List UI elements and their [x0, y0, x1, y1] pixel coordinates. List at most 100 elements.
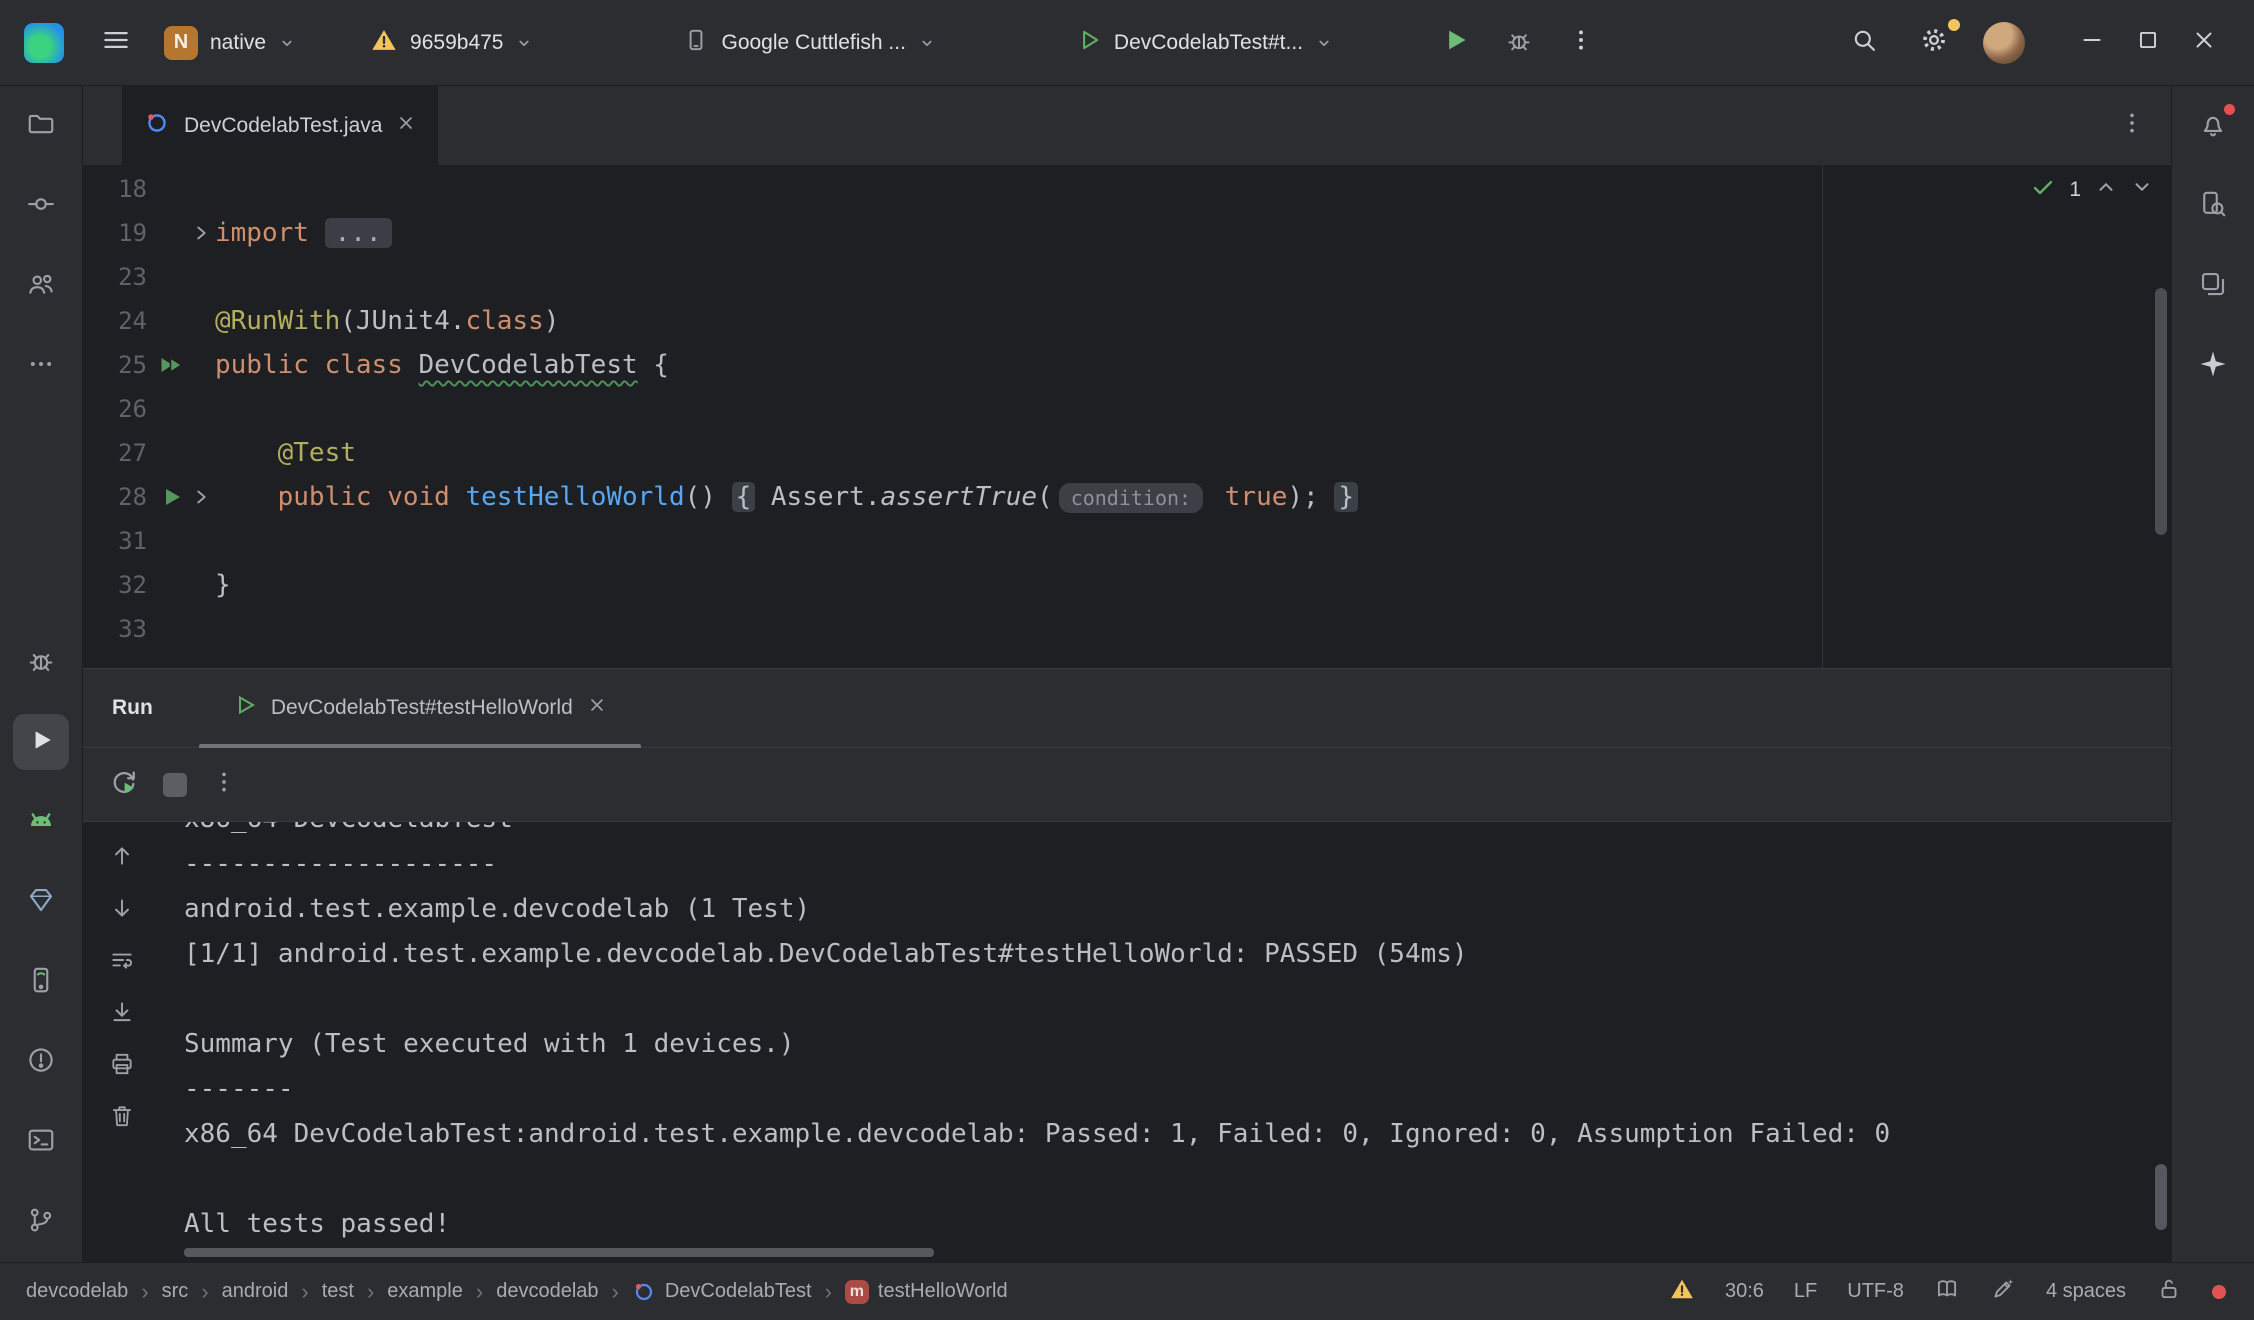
warning-icon[interactable] — [1669, 1276, 1695, 1308]
print-icon[interactable] — [96, 1038, 148, 1090]
run-button[interactable] — [1433, 21, 1477, 65]
debug-tool-button[interactable] — [13, 634, 69, 690]
file-encoding[interactable]: UTF-8 — [1847, 1280, 1904, 1303]
pull-requests-tool-button[interactable] — [13, 258, 69, 314]
console-vertical-scrollbar[interactable] — [2155, 1164, 2167, 1230]
device-manager-tool-button[interactable] — [13, 954, 69, 1010]
gutter-run-icon[interactable] — [157, 485, 186, 509]
caret-position[interactable]: 30:6 — [1725, 1280, 1764, 1303]
close-button[interactable] — [2182, 21, 2226, 65]
tab-options-button[interactable] — [2119, 110, 2145, 141]
more-actions-button[interactable] — [1559, 21, 1603, 65]
app-quality-insights-tool-button[interactable] — [13, 874, 69, 930]
breadcrumb-item[interactable]: devcodelab — [496, 1280, 598, 1303]
version-control-tool-button[interactable] — [13, 1194, 69, 1250]
unlock-icon[interactable] — [2156, 1276, 2182, 1308]
console-line — [184, 977, 2171, 1022]
breadcrumb-separator: › — [201, 1279, 208, 1305]
code-line[interactable]: 18 — [83, 167, 2171, 211]
chevron-down-icon — [515, 34, 533, 52]
run-more-options-button[interactable] — [211, 769, 237, 800]
arrow-down-icon[interactable] — [96, 882, 148, 934]
debug-button[interactable] — [1497, 21, 1541, 65]
fold-chevron-icon[interactable] — [186, 222, 215, 244]
code-line[interactable]: 19import ... — [83, 211, 2171, 255]
breadcrumb-item[interactable]: DevCodelabTest — [632, 1280, 812, 1304]
logcat-tool-button[interactable] — [13, 794, 69, 850]
code-line[interactable]: 25public class DevCodelabTest { — [83, 343, 2171, 387]
arrow-up-icon[interactable] — [96, 830, 148, 882]
vcs-branch-selector[interactable]: 9659b475 — [370, 26, 533, 60]
next-problem-button[interactable] — [2131, 176, 2153, 204]
breadcrumb-item[interactable]: mtestHelloWorld — [845, 1280, 1008, 1304]
project-tool-button[interactable] — [13, 98, 69, 154]
run-console[interactable]: x86_64 DevCodelabTest-------------------… — [83, 822, 2171, 1262]
settings-button[interactable] — [1912, 21, 1956, 65]
tab-close-icon[interactable] — [396, 113, 416, 139]
ai-pen-icon[interactable] — [1990, 1276, 2016, 1308]
problems-tool-button[interactable] — [13, 1034, 69, 1090]
breadcrumb-item[interactable]: android — [222, 1280, 289, 1303]
gemini-button[interactable] — [2185, 338, 2241, 394]
breadcrumb-item[interactable]: devcodelab — [26, 1280, 128, 1303]
terminal-tool-button[interactable] — [13, 1114, 69, 1170]
indent-setting[interactable]: 4 spaces — [2046, 1280, 2126, 1303]
code-line[interactable]: 28 public void testHelloWorld() { Assert… — [83, 475, 2171, 519]
warning-icon — [370, 26, 398, 60]
play-icon — [28, 727, 54, 758]
rerun-button[interactable] — [109, 767, 139, 802]
chevron-down-icon — [1315, 34, 1333, 52]
soft-wrap-icon[interactable] — [96, 934, 148, 986]
device-explorer-button[interactable] — [2185, 178, 2241, 234]
run-tab-close-icon[interactable] — [587, 695, 607, 721]
device-label: Google Cuttlefish ... — [721, 31, 905, 55]
testclass-icon — [632, 1280, 656, 1304]
breadcrumb-item[interactable]: test — [322, 1280, 354, 1303]
line-number: 24 — [83, 307, 157, 335]
scroll-to-end-icon[interactable] — [96, 986, 148, 1038]
code-line[interactable]: 33 — [83, 607, 2171, 651]
code-line[interactable]: 32} — [83, 563, 2171, 607]
fold-chevron-icon[interactable] — [186, 485, 215, 509]
close-icon — [2191, 27, 2217, 58]
breadcrumb-item[interactable]: src — [162, 1280, 189, 1303]
reader-mode-icon[interactable] — [1934, 1276, 1960, 1308]
running-devices-button[interactable] — [2185, 258, 2241, 314]
editor-tab-devcodelabtest[interactable]: DevCodelabTest.java — [122, 86, 438, 165]
editor[interactable]: 1819import ...2324@RunWith(JUnit4.class)… — [83, 165, 2171, 668]
gutter-run-class-icon[interactable] — [157, 353, 186, 377]
inspection-widget[interactable]: 1 — [2031, 175, 2153, 205]
stop-button[interactable] — [163, 773, 187, 797]
code-line[interactable]: 27 @Test — [83, 431, 2171, 475]
console-horizontal-scrollbar[interactable] — [184, 1248, 934, 1257]
maximize-button[interactable] — [2126, 21, 2170, 65]
notifications-button[interactable] — [2185, 98, 2241, 154]
more-tool-windows-button[interactable] — [13, 338, 69, 394]
device-phone-icon — [26, 965, 56, 1000]
profile-button[interactable] — [1982, 21, 2026, 65]
run-tool-button[interactable] — [13, 714, 69, 770]
breadcrumb-item[interactable]: example — [387, 1280, 463, 1303]
project-badge: N — [164, 26, 198, 60]
chevron-down-icon — [918, 34, 936, 52]
prev-problem-button[interactable] — [2095, 176, 2117, 204]
run-configuration-selector[interactable]: DevCodelabTest#t... — [1076, 27, 1333, 59]
code-line[interactable]: 24@RunWith(JUnit4.class) — [83, 299, 2171, 343]
code-line[interactable]: 26 — [83, 387, 2171, 431]
code-line[interactable]: 31 — [83, 519, 2171, 563]
project-selector[interactable]: N native — [164, 26, 296, 60]
test-class-icon — [144, 110, 170, 142]
commit-tool-button[interactable] — [13, 178, 69, 234]
minimize-button[interactable] — [2070, 21, 2114, 65]
search-everywhere-button[interactable] — [1842, 21, 1886, 65]
editor-scrollbar[interactable] — [2155, 288, 2167, 535]
device-selector[interactable]: Google Cuttlefish ... — [683, 27, 935, 59]
run-config-play-icon — [1076, 27, 1102, 59]
code-line[interactable]: 23 — [83, 255, 2171, 299]
line-ending[interactable]: LF — [1794, 1280, 1817, 1303]
main-menu-button[interactable] — [94, 21, 138, 65]
trash-icon[interactable] — [96, 1090, 148, 1142]
console-line: x86_64 DevCodelabTest — [184, 822, 2171, 842]
android-studio-window: N native 9659b475 Google Cuttlefish ... … — [0, 0, 2254, 1320]
run-tab[interactable]: DevCodelabTest#testHelloWorld — [199, 669, 641, 747]
